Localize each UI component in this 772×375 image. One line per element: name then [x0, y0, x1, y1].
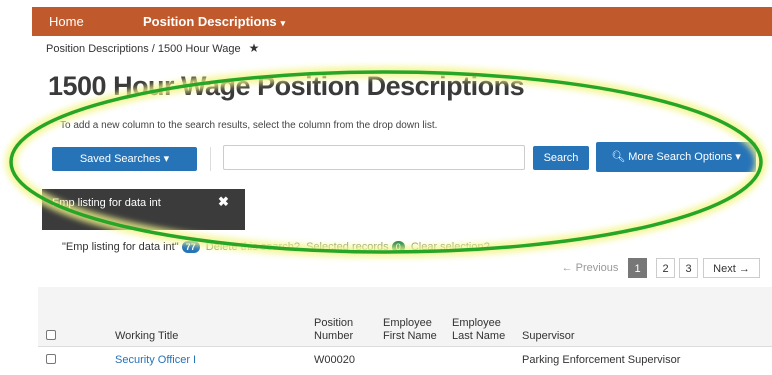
header-employee-first-line1: Employee [383, 317, 432, 329]
clear-selection-link[interactable]: Clear selection? [411, 241, 490, 253]
column-hint-text: To add a new column to the search result… [60, 120, 438, 131]
header-position-number-line2: Number [314, 330, 354, 342]
previous-page-button[interactable]: ← Previous [556, 258, 624, 278]
header-working-title[interactable]: Working Title [115, 330, 178, 343]
select-all-checkbox[interactable] [46, 330, 56, 340]
saved-searches-button[interactable]: Saved Searches ▾ [52, 147, 197, 171]
more-search-options-label: More Search Options [628, 151, 733, 163]
divider [210, 147, 211, 171]
nav-position-descriptions-menu[interactable]: Position Descriptions ▾ [143, 14, 285, 29]
more-search-options-button[interactable]: 🔍︎ More Search Options ▾ [596, 142, 756, 172]
search-icon: 🔍︎ [611, 151, 626, 163]
table-header: Working Title Position Number Employee Fir… [38, 287, 772, 347]
header-employee-first-line2: First Name [383, 330, 437, 342]
header-employee-last-name[interactable]: Employee Last Name [452, 317, 505, 343]
page-title: 1500 Hour Wage Position Descriptions [48, 71, 525, 101]
header-employee-last-line2: Last Name [452, 330, 506, 342]
header-position-number[interactable]: Position Number [314, 317, 353, 343]
saved-searches-label: Saved Searches [79, 153, 161, 165]
supervisor-cell: Parking Enforcement Supervisor [522, 354, 681, 366]
selected-count-badge: 0 [391, 241, 405, 253]
position-number-cell: W00020 [314, 354, 355, 366]
delete-search-link[interactable]: Delete this search? [206, 241, 300, 253]
search-button[interactable]: Search [533, 146, 589, 170]
working-title-link[interactable]: Security Officer I [115, 354, 196, 366]
saved-search-tag[interactable]: Emp listing for data int ✖ [42, 189, 245, 230]
header-employee-last-line1: Employee [452, 317, 501, 329]
search-name: "Emp listing for data int" [62, 241, 179, 253]
results-table: Working Title Position Number Employee Fir… [38, 287, 772, 375]
page-1-button[interactable]: 1 [628, 258, 647, 278]
top-nav-bar: Home Position Descriptions ▾ [32, 7, 772, 36]
page-2-button[interactable]: 2 [656, 258, 675, 278]
row-checkbox[interactable] [46, 354, 56, 364]
page-3-button[interactable]: 3 [679, 258, 698, 278]
next-page-button[interactable]: Next → [703, 258, 760, 278]
header-supervisor[interactable]: Supervisor [522, 330, 575, 343]
star-icon[interactable]: ★ [249, 41, 260, 55]
result-count-badge: 77 [181, 241, 200, 253]
breadcrumb: Position Descriptions / 1500 Hour Wage ★ [46, 41, 259, 55]
nav-position-descriptions-label: Position Descriptions [143, 14, 277, 29]
nav-home-link[interactable]: Home [49, 14, 84, 29]
chevron-down-icon: ▾ [280, 18, 286, 28]
saved-search-tag-label: Emp listing for data int [52, 197, 161, 209]
header-employee-first-name[interactable]: Employee First Name [383, 317, 437, 343]
chevron-down-icon: ▾ [163, 153, 170, 165]
header-position-number-line1: Position [314, 317, 354, 329]
results-summary: "Emp listing for data int" 77 Delete this… [62, 241, 490, 253]
chevron-down-icon: ▾ [735, 151, 741, 163]
search-input[interactable] [223, 145, 525, 170]
breadcrumb-text[interactable]: Position Descriptions / 1500 Hour Wage [46, 43, 241, 55]
close-icon[interactable]: ✖ [218, 194, 229, 210]
selected-records-label: Selected records [306, 241, 389, 253]
